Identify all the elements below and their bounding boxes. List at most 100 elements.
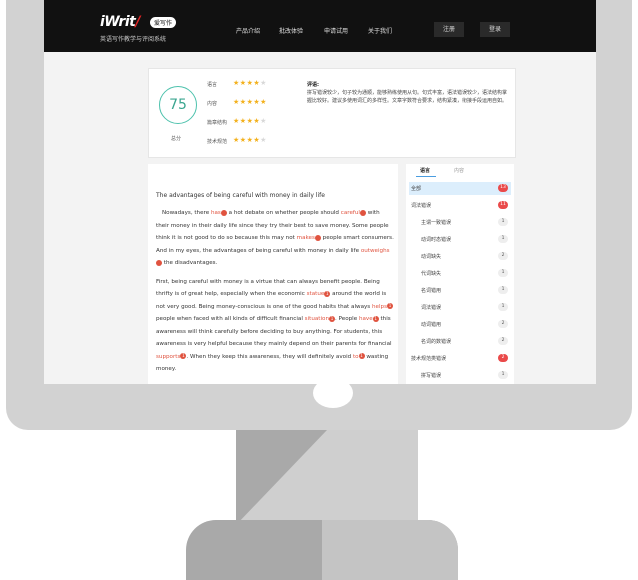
tab-language[interactable]: 语言 bbox=[420, 167, 430, 174]
error-category-label: 名词的数错误 bbox=[421, 339, 452, 345]
error-count-badge: 1 bbox=[498, 269, 508, 277]
error-category-item[interactable]: 全部 13 bbox=[409, 182, 511, 195]
review-text: 拼写错误较少，句子较为通顺，能够熟练使用从句。句式丰富，语法错误较少，语法结构掌… bbox=[307, 90, 508, 104]
error-category-item[interactable]: 动词时态错误 1 bbox=[409, 233, 511, 246]
error-highlight[interactable]: helps bbox=[372, 304, 387, 310]
star-icon: ★ bbox=[260, 98, 267, 106]
error-highlight[interactable]: to bbox=[353, 354, 359, 360]
error-category-item[interactable]: 主谓一致错误 1 bbox=[409, 216, 511, 229]
essay-text: . When they keep this awareness, they wi… bbox=[186, 353, 353, 360]
sidebar-tabs: 语言 内容 bbox=[406, 164, 514, 178]
error-category-item[interactable]: 名词的数错误 2 bbox=[409, 335, 511, 348]
error-category-label: 主谓一致错误 bbox=[421, 220, 452, 226]
rating-stars-language: ★★★★★ bbox=[233, 79, 267, 87]
error-marker-icon[interactable]: 1 bbox=[387, 303, 394, 309]
rating-stars-structure: ★★★★★ bbox=[233, 117, 267, 125]
nav-link-product[interactable]: 产品介绍 bbox=[236, 26, 260, 35]
error-highlight[interactable]: supports bbox=[156, 354, 180, 360]
star-icon: ★ bbox=[239, 136, 247, 144]
essay-text: Nowadays, there bbox=[162, 210, 211, 216]
error-count-badge: 1 bbox=[498, 371, 508, 379]
error-count-badge: 2 bbox=[498, 354, 508, 362]
error-category-label: 代词缺失 bbox=[421, 271, 442, 277]
star-icon: ★ bbox=[239, 117, 247, 125]
error-count-badge: 1 bbox=[498, 286, 508, 294]
error-count-badge: 11 bbox=[498, 201, 508, 209]
top-nav: iWrit/ 爱写作 英语写作教学与评阅系统 产品介绍 批改体验 申请试用 关于… bbox=[44, 0, 596, 52]
stand-shadow bbox=[236, 430, 327, 525]
active-tab-indicator bbox=[416, 176, 436, 177]
essay-text: people when faced with all kinds of diff… bbox=[156, 316, 305, 322]
error-count-badge: 2 bbox=[498, 252, 508, 260]
error-category-label: 动词错用 bbox=[421, 322, 442, 328]
essay-text: the disadvantages. bbox=[162, 260, 218, 266]
essay-body: Nowadays, there has 1 a hot debate on whe… bbox=[156, 207, 394, 382]
error-category-item[interactable]: 词法错误 1 bbox=[409, 301, 511, 314]
error-highlight[interactable]: situation bbox=[305, 316, 329, 322]
star-icon: ★ bbox=[260, 79, 267, 87]
star-icon: ★ bbox=[260, 117, 267, 125]
error-category-label: 全部 bbox=[411, 186, 422, 192]
error-category-label: 动词时态错误 bbox=[421, 237, 452, 243]
star-icon: ★ bbox=[233, 98, 240, 106]
register-button[interactable]: 注册 bbox=[434, 22, 464, 37]
rating-stars-mechanics: ★★★★★ bbox=[233, 136, 267, 144]
star-icon: ★ bbox=[233, 117, 240, 125]
error-category-label: 技术规范类错误 bbox=[411, 356, 447, 362]
power-button bbox=[313, 378, 353, 408]
essay-paragraph: First, being careful with money is a vir… bbox=[156, 276, 394, 376]
nav-link-trial[interactable]: 申请试用 bbox=[324, 26, 348, 35]
total-score-label: 总分 bbox=[171, 136, 182, 142]
screen: iWrit/ 爱写作 英语写作教学与评阅系统 产品介绍 批改体验 申请试用 关于… bbox=[44, 0, 596, 384]
error-count-badge: 2 bbox=[498, 320, 508, 328]
error-category-label: 词法错误 bbox=[421, 305, 442, 311]
essay-text: a hot debate on whether people should bbox=[226, 210, 341, 216]
category-label-structure: 篇章结构 bbox=[207, 120, 228, 126]
error-category-item[interactable]: 名词错用 1 bbox=[409, 284, 511, 297]
error-highlight[interactable]: outweighs bbox=[361, 248, 390, 254]
login-button[interactable]: 登录 bbox=[480, 22, 510, 37]
error-category-label: 名词错用 bbox=[421, 288, 442, 294]
essay-panel: The advantages of being careful with mon… bbox=[148, 164, 398, 384]
stand-highlight bbox=[322, 520, 458, 580]
error-category-item[interactable]: 拼写错误 1 bbox=[409, 369, 511, 382]
error-category-item[interactable]: 动词缺失 2 bbox=[409, 250, 511, 263]
error-count-badge: 1 bbox=[498, 235, 508, 243]
logo[interactable]: iWrit/ bbox=[100, 14, 140, 30]
star-icon: ★ bbox=[239, 79, 247, 87]
error-category-item[interactable]: 技术规范类错误 2 bbox=[409, 352, 511, 365]
error-category-item[interactable]: 词法错误 11 bbox=[409, 199, 511, 212]
essay-title: The advantages of being careful with mon… bbox=[156, 192, 325, 199]
error-category-item[interactable]: 代词缺失 1 bbox=[409, 267, 511, 280]
logo-slash-icon: / bbox=[135, 14, 140, 30]
logo-badge: 爱写作 bbox=[150, 17, 177, 28]
error-highlight[interactable]: has bbox=[211, 210, 221, 216]
essay-paragraph: Nowadays, there has 1 a hot debate on whe… bbox=[156, 207, 394, 270]
star-icon: ★ bbox=[260, 136, 267, 144]
score-panel: 75 总分 语言 ★★★★★ 内容 ★★★★★ 篇章结构 ★★★★★ 技术规范 … bbox=[148, 68, 516, 158]
error-highlight[interactable]: statue bbox=[307, 291, 325, 297]
star-icon: ★ bbox=[239, 98, 247, 106]
category-label-language: 语言 bbox=[207, 82, 218, 88]
tagline: 英语写作教学与评阅系统 bbox=[100, 36, 167, 43]
essay-text: . People bbox=[335, 316, 359, 322]
rating-stars-content: ★★★★★ bbox=[233, 98, 267, 106]
error-category-label: 动词缺失 bbox=[421, 254, 442, 260]
category-label-content: 内容 bbox=[207, 101, 218, 107]
error-highlight[interactable]: makes bbox=[297, 235, 315, 241]
error-category-item[interactable]: 动词错用 2 bbox=[409, 318, 511, 331]
nav-link-about[interactable]: 关于我们 bbox=[368, 26, 392, 35]
error-sidebar: 语言 内容 全部 13 词法错误 11 主谓一致错误 1 动词时态错误 1 动词缺失 2 代词缺失 1… bbox=[406, 164, 514, 384]
star-icon: ★ bbox=[233, 136, 240, 144]
tab-content[interactable]: 内容 bbox=[454, 167, 464, 174]
logo-wordmark: iWrit bbox=[100, 14, 136, 30]
error-count-badge: 13 bbox=[498, 184, 508, 192]
nav-link-demo[interactable]: 批改体验 bbox=[279, 26, 303, 35]
monitor-stand-base bbox=[186, 520, 458, 580]
monitor-stand-neck bbox=[236, 430, 418, 525]
monitor-frame: iWrit/ 爱写作 英语写作教学与评阅系统 产品介绍 批改体验 申请试用 关于… bbox=[6, 0, 632, 430]
category-label-mechanics: 技术规范 bbox=[207, 139, 228, 145]
star-icon: ★ bbox=[233, 79, 240, 87]
error-highlight[interactable]: careful bbox=[341, 210, 360, 216]
error-highlight[interactable]: have bbox=[359, 316, 373, 322]
